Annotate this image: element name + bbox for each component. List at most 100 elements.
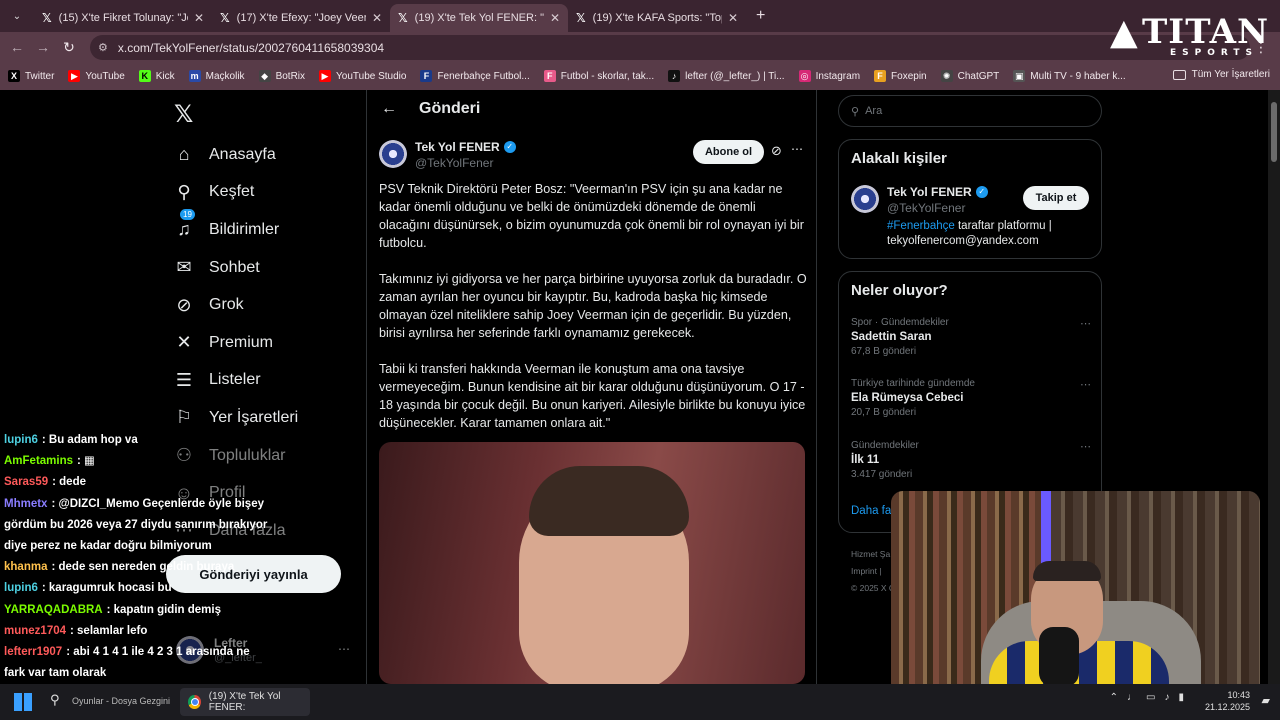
grok-icon: ⊘	[176, 294, 192, 315]
sidebar-item-explore[interactable]: ⚲ Keşfet	[170, 174, 298, 212]
hashtag-link[interactable]: #Fenerbahçe	[887, 220, 955, 232]
subscribe-button[interactable]: Abone ol	[693, 140, 764, 164]
taskbar-chrome-window[interactable]: (19) X'te Tek Yol FENER:	[180, 688, 310, 716]
close-icon[interactable]: ✕	[194, 11, 204, 25]
scrollbar-thumb[interactable]	[1271, 102, 1277, 162]
chat-username[interactable]: lupin6	[4, 434, 38, 446]
follow-button[interactable]: Takip et	[1023, 186, 1089, 210]
tweet-paragraph: Takımınız iyi gidiyorsa ve her parça bir…	[379, 272, 807, 340]
network-icon[interactable]: ▭	[1146, 692, 1155, 703]
close-icon[interactable]: ✕	[550, 11, 560, 25]
windows-start-icon[interactable]	[14, 693, 32, 711]
sidebar-item-chat[interactable]: ✉ Sohbet	[170, 249, 298, 287]
tweet-author[interactable]: Tek Yol FENER ✓ @TekYolFener	[379, 140, 516, 170]
site-settings-icon[interactable]: ⚙	[98, 41, 108, 54]
mail-icon: ✉	[176, 257, 192, 278]
sidebar-item-lists[interactable]: ☰ Listeler	[170, 362, 298, 400]
new-tab-button[interactable]: +	[756, 7, 765, 25]
bookmark-item[interactable]: F Futbol - skorlar, tak...	[543, 70, 654, 82]
chat-username[interactable]: Mhmetx	[4, 498, 47, 510]
browser-tab[interactable]: 𝕏(17) X'te Efexy: "Joey Veerman✕	[212, 5, 390, 31]
footer-link[interactable]: Hizmet Şa	[851, 546, 895, 563]
chat-username[interactable]: Saras59	[4, 476, 48, 488]
chat-text: : abi 4 1 4 1 ile 4 2 3 1 arasında ne	[66, 646, 250, 659]
back-icon[interactable]: ←	[4, 39, 30, 55]
search-input[interactable]: ⚲ Ara	[838, 95, 1102, 127]
chat-message: lupin6: Bu adam hop va	[0, 430, 370, 451]
more-icon[interactable]: ⋯	[1080, 378, 1091, 391]
more-icon[interactable]: ⋯	[1080, 317, 1091, 330]
trend-item[interactable]: Spor · Gündemdekiler Sadettin Saran 67,8…	[851, 317, 1091, 357]
trend-item[interactable]: Türkiye tarihinde gündemde Ela Rümeysa C…	[851, 378, 1091, 418]
taskbar: ⚲ Oyunlar - Dosya Gezgini (19) X'te Tek …	[0, 684, 1280, 720]
related-person[interactable]: Tek Yol FENER ✓ @TekYolFener	[851, 185, 988, 215]
browser-tab[interactable]: 𝕏(15) X'te Fikret Tolunay: "Joey V✕	[34, 5, 212, 31]
clock[interactable]: 10:43 21.12.2025	[1205, 689, 1250, 713]
chat-message: diye perez ne kadar doğru bilmiyorum	[0, 536, 370, 557]
avatar[interactable]	[851, 185, 879, 213]
bookmark-item[interactable]: F Fenerbahçe Futbol...	[420, 70, 530, 82]
trend-item[interactable]: Gündemdekiler İlk 11 3.417 gönderi ⋯	[851, 440, 1091, 480]
bookmark-item[interactable]: ▶ YouTube	[68, 70, 125, 82]
mic-icon[interactable]: ♩	[1127, 692, 1137, 703]
related-people-card: Alakalı kişiler Tek Yol FENER ✓ @TekYolFe…	[838, 139, 1102, 259]
grok-icon[interactable]: ⊘	[771, 143, 782, 159]
search-icon[interactable]: ⚲	[50, 692, 60, 708]
bookmark-item[interactable]: ▶ YouTube Studio	[319, 70, 406, 82]
page-scrollbar[interactable]	[1268, 90, 1280, 684]
related-handle: @TekYolFener	[887, 201, 966, 215]
chat-username[interactable]: khanma	[4, 561, 47, 573]
all-bookmarks[interactable]: Tüm Yer İşaretleri	[1172, 69, 1270, 80]
chat-username[interactable]: lupin6	[4, 582, 38, 594]
bookmark-item[interactable]: ♪ lefter (@_lefter_) | Ti...	[668, 70, 785, 82]
bookmark-item[interactable]: X Twitter	[8, 70, 54, 82]
chat-username[interactable]: munez1704	[4, 625, 66, 637]
page-title: Gönderi	[419, 100, 481, 117]
bookmark-item[interactable]: K Kick	[138, 70, 175, 82]
sidebar-item-grok[interactable]: ⊘ Grok	[170, 286, 298, 324]
close-icon[interactable]: ✕	[728, 11, 738, 25]
stream-chat: lupin6: Bu adam hop va AmFetamins: ▦ Saras…	[0, 430, 370, 720]
chat-username[interactable]: AmFetamins	[4, 455, 73, 467]
bookmark-item[interactable]: m Maçkolik	[188, 70, 245, 82]
more-icon[interactable]: ⋯	[1080, 440, 1091, 453]
taskbar-label[interactable]: Oyunlar - Dosya Gezgini	[72, 696, 170, 706]
battery-icon[interactable]: ▮	[1178, 692, 1184, 703]
tweet-image[interactable]	[379, 442, 805, 684]
bookmark-item[interactable]: ◆ BotRix	[258, 70, 305, 82]
footer-link[interactable]: Imprint |	[851, 563, 895, 580]
bookmark-item[interactable]: ◎ Instagram	[798, 70, 860, 82]
bookmark-item[interactable]: F Foxepin	[874, 70, 927, 82]
webcam-overlay	[891, 491, 1260, 695]
browser-tab[interactable]: 𝕏(19) X'te KAFA Sports: "Toplam✕	[568, 5, 746, 31]
chat-username[interactable]: lefterr1907	[4, 646, 62, 658]
more-icon[interactable]: ⋯	[791, 142, 803, 156]
x-favicon-icon: 𝕏	[576, 11, 586, 25]
volume-icon[interactable]: ♪	[1164, 692, 1169, 703]
sidebar-item-notifications[interactable]: ♫ 19 Bildirimler	[170, 209, 298, 249]
forward-icon[interactable]: →	[30, 39, 56, 55]
url-bar[interactable]: ⚙ x.com/TekYolFener/status/2002760411658…	[90, 35, 1250, 60]
x-favicon-icon: X	[8, 70, 20, 82]
bookmark-item[interactable]: ✺ ChatGPT	[940, 70, 999, 82]
verified-badge-icon: ✓	[503, 141, 516, 153]
microphone	[1039, 627, 1079, 687]
browser-tab-active[interactable]: 𝕏(19) X'te Tek Yol FENER: "PSV Te✕	[390, 4, 568, 32]
bookmark-item[interactable]: ▣ Multi TV - 9 haber k...	[1013, 70, 1126, 82]
avatar[interactable]	[379, 140, 407, 168]
mackolik-icon: m	[188, 70, 201, 82]
related-name: Tek Yol FENER	[887, 185, 972, 199]
close-icon[interactable]: ✕	[372, 11, 382, 25]
show-more-link[interactable]: Daha fa	[851, 505, 891, 517]
chat-text: diye perez ne kadar doğru bilmiyorum	[4, 540, 212, 553]
chevron-up-icon[interactable]: ⌃	[1110, 692, 1118, 703]
chat-username[interactable]: YARRAQADABRA	[4, 604, 103, 616]
notification-icon[interactable]: ▰	[1262, 694, 1270, 707]
tab-search-icon[interactable]: ⌄	[6, 5, 28, 27]
sidebar-item-premium[interactable]: ✕ Premium	[170, 324, 298, 362]
sidebar-item-home[interactable]: ⌂ Anasayfa	[170, 136, 298, 174]
chat-message: YARRAQADABRA: kapatın gidin demiş	[0, 600, 370, 621]
reload-icon[interactable]: ↻	[56, 39, 82, 56]
back-arrow-icon[interactable]: ←	[381, 100, 397, 118]
x-logo-icon[interactable]: 𝕏	[174, 100, 193, 128]
